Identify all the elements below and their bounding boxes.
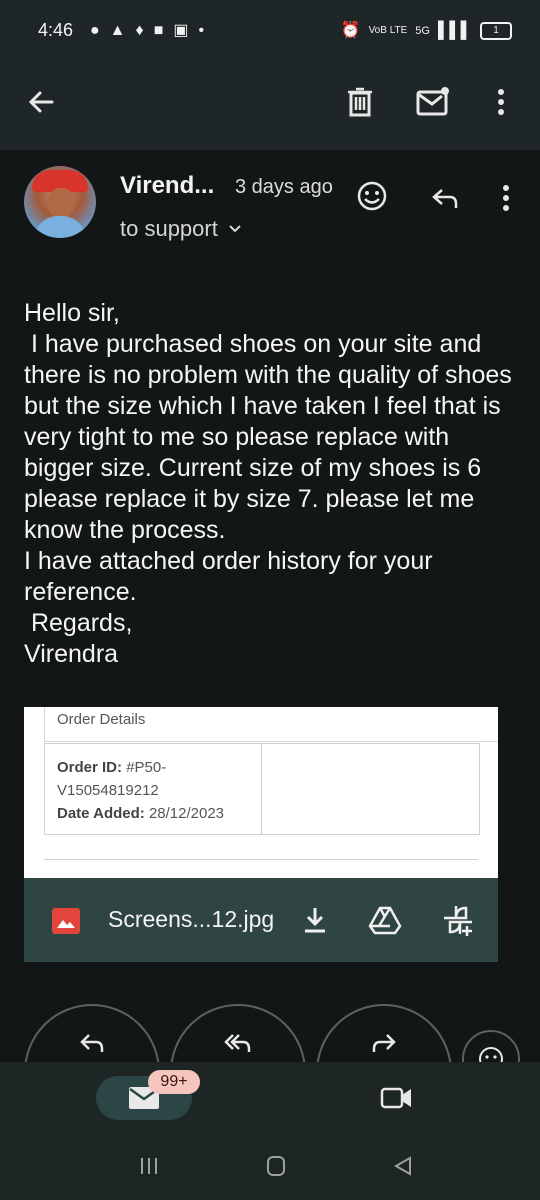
order-details-title: Order Details [57, 711, 146, 728]
home-icon [267, 1156, 285, 1176]
email-view: 4:46 ● ▲ ♦ ■ ▣ • ⏰ VoB LTE 5G ▌▌▌ 1 Vire… [0, 0, 540, 1200]
order-details-header: Order Details [44, 707, 498, 742]
send-icon: ▲ [109, 22, 126, 39]
recipients-toggle[interactable]: to support [120, 216, 242, 242]
home-button[interactable] [262, 1154, 292, 1178]
system-back-button[interactable] [390, 1154, 420, 1178]
arrow-left-icon [28, 91, 54, 113]
photos-add-icon [444, 906, 472, 936]
date-added-value: 28/12/2023 [148, 805, 225, 822]
nav-meet-tab[interactable] [380, 1084, 414, 1112]
signal-icon: ▌▌▌ [437, 22, 472, 39]
location-icon: ♦ [135, 22, 144, 39]
order-details-table: Order ID: #P50-V15054819212 Date Added: … [44, 743, 480, 835]
network-label: 5G [415, 25, 430, 37]
dot-icon: • [198, 22, 205, 39]
save-to-drive-button[interactable] [368, 904, 402, 936]
image-file-icon [52, 908, 80, 934]
unread-count-badge: 99+ [148, 1070, 200, 1094]
video-camera-icon [380, 1087, 411, 1109]
recipients-label: to support [120, 216, 218, 241]
app-icon: ■ [153, 22, 164, 39]
avatar[interactable] [24, 166, 96, 238]
order-id-label: Order ID: [57, 759, 123, 776]
message-more-button[interactable] [494, 180, 518, 216]
reply-button-header[interactable] [430, 184, 460, 212]
attachment-bar[interactable]: Screens...12.jpg [24, 878, 498, 962]
date-added-label: Date Added: [57, 805, 145, 822]
more-vertical-icon [503, 185, 509, 211]
drive-icon [368, 906, 402, 935]
recents-button[interactable] [134, 1154, 164, 1178]
download-button[interactable] [300, 904, 330, 936]
attachment-filename: Screens...12.jpg [108, 906, 275, 932]
chevron-down-icon [229, 225, 241, 233]
more-options-button[interactable] [486, 82, 516, 122]
notification-icon: ▣ [173, 22, 189, 39]
more-vertical-icon [498, 89, 504, 115]
message-time: 3 days ago [235, 176, 333, 198]
message-body: Hello sir, I have purchased shoes on you… [24, 299, 512, 668]
add-reaction-button[interactable] [356, 180, 388, 212]
reply-all-icon [224, 1034, 251, 1052]
status-time: 4:46 [38, 20, 74, 40]
back-button[interactable] [22, 82, 62, 122]
forward-icon [372, 1034, 396, 1052]
mark-unread-button[interactable] [412, 82, 452, 122]
chat-icon: ● [90, 22, 100, 39]
add-to-photos-button[interactable] [440, 902, 476, 938]
reply-icon [80, 1034, 104, 1052]
sender-name[interactable]: Virend... [120, 172, 214, 200]
trash-icon [348, 87, 372, 117]
top-app-bar: 4:46 ● ▲ ♦ ■ ▣ • ⏰ VoB LTE 5G ▌▌▌ 1 [0, 0, 540, 150]
bottom-navigation: 99+ [0, 1062, 540, 1200]
volte-label: VoB LTE [368, 25, 408, 36]
reply-icon [432, 189, 458, 208]
status-system-icons: ⏰ VoB LTE 5G ▌▌▌ 1 [341, 18, 512, 44]
battery-indicator: 1 [480, 22, 512, 40]
status-notification-icons: ● ▲ ♦ ■ ▣ • [90, 18, 204, 44]
delete-button[interactable] [340, 82, 380, 122]
emoji-icon [357, 181, 387, 211]
back-triangle-icon [393, 1156, 411, 1176]
alarm-icon: ⏰ [340, 22, 361, 39]
download-icon [305, 908, 325, 933]
recents-icon [141, 1158, 157, 1174]
mail-unread-icon [416, 87, 449, 116]
